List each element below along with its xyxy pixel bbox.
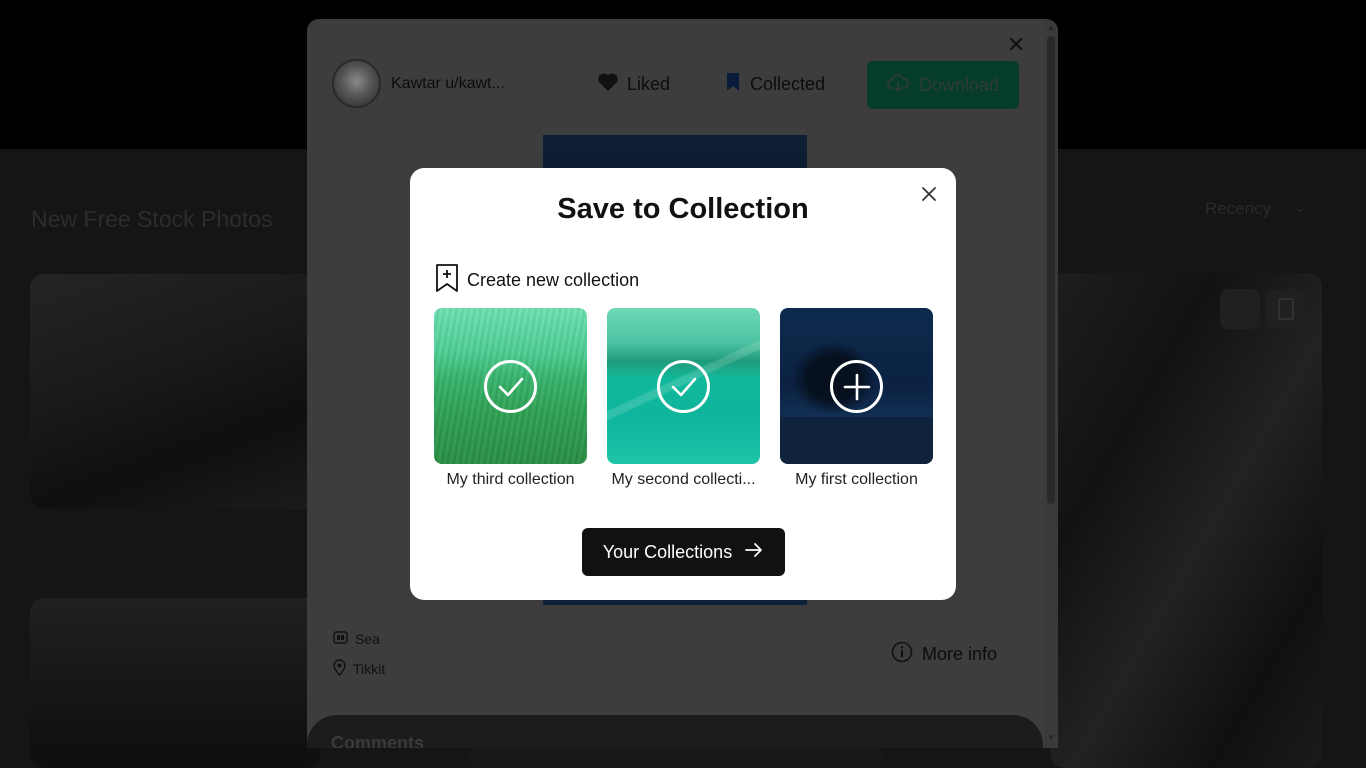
photo-thumbnail[interactable] <box>30 598 320 768</box>
info-icon <box>891 641 913 668</box>
collection-thumbnail[interactable] <box>434 308 587 464</box>
collected-label: Collected <box>750 74 826 94</box>
dialog-title: Save to Collection <box>557 193 809 225</box>
photo-tag[interactable]: Sea <box>333 631 380 647</box>
liked-button[interactable]: Liked <box>597 72 670 97</box>
location-pin-icon <box>333 659 346 679</box>
tag-icon <box>333 631 348 647</box>
collection-thumbnail[interactable] <box>780 308 933 464</box>
plus-icon <box>830 360 883 413</box>
sort-dropdown[interactable]: Recency <box>1205 199 1271 219</box>
scroll-up-arrow-icon[interactable]: ▲ <box>1047 23 1055 32</box>
download-button[interactable]: Download <box>867 61 1019 109</box>
collection-item[interactable]: My second collecti... <box>607 308 760 489</box>
create-new-collection-label: Create new collection <box>467 270 640 290</box>
collection-thumbnail[interactable] <box>607 308 760 464</box>
photo-thumbnail[interactable] <box>30 274 320 509</box>
check-icon <box>657 360 710 413</box>
collection-item[interactable]: My third collection <box>434 308 587 489</box>
bookmark-plus-icon <box>435 263 459 298</box>
your-collections-button[interactable]: Your Collections <box>582 528 785 576</box>
close-icon[interactable]: ✕ <box>1007 34 1025 56</box>
your-collections-label: Your Collections <box>602 541 733 562</box>
save-to-collection-dialog: Save to Collection Create new collection… <box>410 168 956 600</box>
collection-item[interactable]: My first collection <box>780 308 933 489</box>
location-label: Tikkit <box>353 661 386 677</box>
more-info-button[interactable]: More info <box>891 641 997 668</box>
scrollbar-thumb[interactable] <box>1047 36 1055 504</box>
avatar[interactable] <box>332 59 381 108</box>
scroll-down-arrow-icon[interactable]: ▼ <box>1047 733 1055 742</box>
tag-label: Sea <box>355 631 380 647</box>
collection-label: My first collection <box>795 471 918 488</box>
chevron-down-icon: ⌄ <box>1294 200 1305 215</box>
arrow-right-icon <box>744 542 764 563</box>
create-new-collection-button[interactable]: Create new collection <box>435 263 639 298</box>
collected-button[interactable]: Collected <box>726 72 825 97</box>
comments-panel: Comments <box>307 715 1043 748</box>
comments-title: Comments <box>331 733 425 748</box>
download-label: Download <box>918 74 1000 95</box>
photo-thumbnail[interactable] <box>1050 273 1322 768</box>
more-info-label: More info <box>922 644 998 664</box>
like-button[interactable] <box>1220 289 1260 329</box>
check-icon <box>484 360 537 413</box>
heart-icon <box>597 72 619 97</box>
section-title: New Free Stock Photos <box>31 206 273 232</box>
bookmark-icon <box>1278 298 1294 320</box>
collection-label: My second collecti... <box>611 471 756 488</box>
photographer-name[interactable]: Kawtar u/kawt... <box>391 75 505 93</box>
photo-thumbnail[interactable] <box>466 748 886 768</box>
collection-label: My third collection <box>446 471 575 488</box>
collection-list: My third collection My second collecti..… <box>434 308 934 498</box>
cloud-download-icon <box>887 73 910 97</box>
photo-location[interactable]: Tikkit <box>333 659 385 679</box>
scrollbar[interactable]: ▲ ▼ <box>1044 19 1058 748</box>
bookmark-icon <box>726 72 740 97</box>
liked-label: Liked <box>627 74 671 94</box>
